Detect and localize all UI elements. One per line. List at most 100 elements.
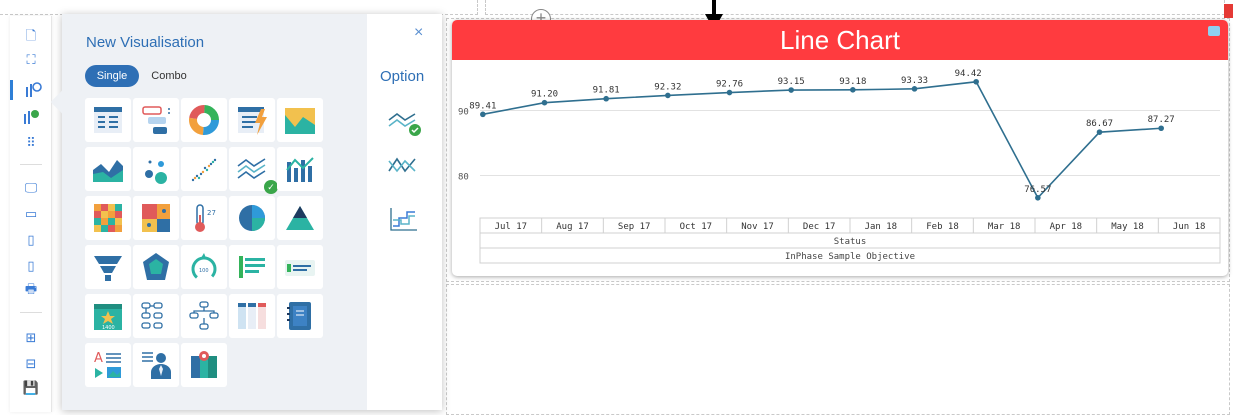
tablet-icon[interactable]: ▯: [21, 230, 41, 250]
gauge-vis-icon: 100: [191, 253, 217, 282]
print-icon[interactable]: 🖶: [21, 281, 41, 301]
gauge-vis-tile[interactable]: 100: [181, 245, 227, 289]
treemap-vis-icon: [142, 204, 170, 232]
kpi-bar-vis-tile[interactable]: [229, 245, 275, 289]
rail-divider-2: [20, 312, 42, 313]
line-vis-tile[interactable]: ✓: [229, 147, 278, 194]
panel-pointer: [50, 90, 74, 114]
text-image-vis-icon: A: [94, 351, 121, 378]
data-point: [973, 78, 979, 85]
chart-plus-icon: [24, 110, 39, 124]
area-vis-tile[interactable]: [85, 147, 131, 191]
option-title: Option: [380, 68, 425, 85]
comment-icon[interactable]: [1208, 26, 1220, 36]
pie-vis-tile[interactable]: [229, 196, 275, 240]
data-point: [1035, 194, 1041, 201]
save-icon[interactable]: 💾: [21, 378, 41, 398]
x-tick-label: Nov 17: [741, 222, 774, 232]
thermometer-vis-tile[interactable]: 27: [181, 196, 227, 240]
scatter-vis-tile[interactable]: [181, 147, 227, 191]
data-point: [911, 86, 918, 92]
step-option-icon[interactable]: [384, 202, 424, 236]
x-tick-label: Aug 17: [556, 222, 589, 232]
scorecard-vis-tile[interactable]: 1400: [85, 294, 131, 338]
thermometer-vis-icon: 27: [195, 204, 216, 232]
canvas-guide-bottom: [446, 284, 1230, 415]
data-label: 87.27: [1148, 115, 1175, 125]
line-option-b-icon[interactable]: [384, 149, 424, 183]
bubble-vis-tile[interactable]: [133, 147, 179, 191]
layout-edit-icon[interactable]: ⊟: [21, 354, 41, 374]
line-chart-widget[interactable]: Line Chart 80 90 89.41 91.20 91.81 92.32 92.76…: [452, 20, 1228, 276]
funnel-vis-tile[interactable]: [85, 245, 131, 289]
bar-line-combo-vis-tile[interactable]: [277, 147, 323, 191]
radar-vis-tile[interactable]: [133, 245, 179, 289]
canvas-guide-top-right: [485, 0, 1225, 15]
data-point: [603, 95, 609, 102]
data-label: 94.42: [955, 69, 982, 79]
phone-icon[interactable]: ▯: [21, 256, 41, 276]
tablet-landscape-icon[interactable]: ▭: [21, 204, 41, 224]
x-tick-label: Jul 17: [495, 222, 528, 232]
kpi-table-vis-icon: [238, 107, 267, 135]
line-chart: 80 9089.41 91.20 91.81 92.32 92.76 93.15 93.18 9…: [458, 69, 1221, 264]
text-image-vis-tile[interactable]: A: [85, 343, 131, 387]
widget-title-bar: Line Chart: [452, 20, 1228, 60]
series-line: [482, 80, 1162, 200]
y-tick-label: 80: [458, 173, 469, 183]
data-label: 93.33: [901, 76, 928, 86]
layout-icon[interactable]: ⊞: [21, 328, 41, 348]
data-point: [541, 99, 548, 106]
line-vis-icon: [237, 158, 266, 179]
filter-list-vis-tile[interactable]: [133, 98, 179, 142]
kpi-target-vis-icon: [285, 260, 315, 276]
pyramid-vis-tile[interactable]: [277, 196, 323, 240]
notebook-vis-tile[interactable]: [277, 294, 323, 338]
data-label: 93.18: [839, 77, 866, 87]
org-chart-vis-tile[interactable]: [133, 294, 179, 338]
heatmap-vis-tile[interactable]: [85, 196, 131, 240]
rail-divider: [20, 164, 42, 165]
map-vis-tile[interactable]: [181, 343, 227, 387]
close-icon[interactable]: ×: [414, 24, 423, 42]
scroll-marker: [1224, 4, 1233, 18]
donut-vis-tile[interactable]: [181, 98, 227, 142]
column-table-vis-tile[interactable]: [229, 294, 275, 338]
kpi-target-vis-tile[interactable]: [277, 245, 323, 289]
treemap-vis-tile[interactable]: [133, 196, 179, 240]
desktop-icon[interactable]: 🖵: [21, 178, 41, 198]
scatter-vis-icon: [191, 158, 217, 182]
table-vis-tile[interactable]: [85, 98, 131, 142]
data-point: [788, 87, 794, 93]
person-profile-vis-tile[interactable]: [133, 343, 179, 387]
selected-check-icon: ✓: [264, 180, 278, 194]
data-point: [1158, 125, 1164, 132]
area-mountain-vis-icon: [285, 108, 315, 134]
area-mountain-vis-tile[interactable]: [277, 98, 323, 142]
kpi-table-vis-tile[interactable]: [229, 98, 275, 142]
page-icon[interactable]: 🗋: [21, 28, 41, 48]
data-point: [665, 92, 671, 99]
x-tick-label: Dec 17: [803, 222, 836, 232]
data-label: 93.15: [778, 77, 805, 87]
grid-icon[interactable]: ⠿: [21, 133, 41, 153]
x-tick-label: Jun 18: [1173, 222, 1206, 232]
x-tick-label: Mar 18: [988, 222, 1021, 232]
line-option-a-icon[interactable]: [384, 106, 424, 140]
left-toolbar: 🗋 ⛶ ⠿ 🖵 ▭ ▯ ▯ 🖶 ⊞ ⊟ 💾: [10, 16, 52, 412]
x-tick-label: Oct 17: [680, 222, 713, 232]
data-label: 76.57: [1024, 185, 1051, 195]
widget-title: Line Chart: [780, 24, 900, 55]
add-visualisation-icon[interactable]: [10, 80, 52, 100]
bar-line-combo-vis-icon: [286, 157, 314, 182]
tree-vis-tile[interactable]: [181, 294, 227, 338]
add-combo-icon[interactable]: [21, 107, 41, 127]
single-tab[interactable]: Single: [85, 65, 139, 87]
canvas-guide-top: [0, 0, 478, 15]
svg-text:1400: 1400: [102, 325, 115, 331]
combo-tab[interactable]: Combo: [144, 65, 194, 87]
fit-screen-icon[interactable]: ⛶: [21, 50, 41, 70]
x-tick-label: Jan 18: [865, 222, 898, 232]
person-profile-vis-icon: [142, 352, 171, 379]
filter-list-vis-icon: [142, 106, 170, 134]
